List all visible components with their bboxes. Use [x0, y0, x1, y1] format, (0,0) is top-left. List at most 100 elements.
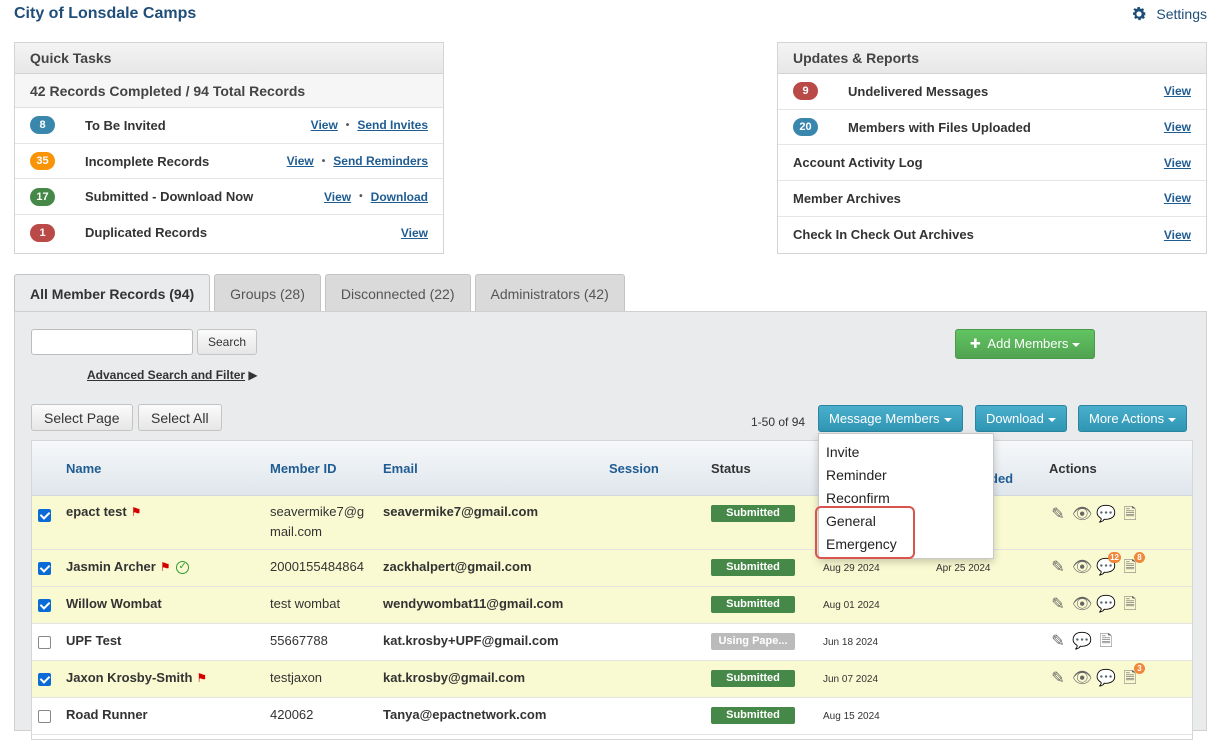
eye-icon[interactable]: 👁: [1072, 505, 1092, 525]
column-header-session[interactable]: Session: [609, 461, 659, 476]
member-name: Jaxon Krosby-Smith ⚑: [66, 668, 207, 688]
column-header-status: Status: [711, 461, 751, 476]
view-link[interactable]: View: [1164, 228, 1191, 242]
column-header-email[interactable]: Email: [383, 461, 418, 476]
view-link[interactable]: View: [401, 226, 428, 240]
row-checkbox[interactable]: [38, 673, 51, 686]
caret-down-icon: [1072, 342, 1081, 347]
tab-all-member-records[interactable]: All Member Records (94): [14, 274, 211, 313]
eye-icon[interactable]: 👁: [1072, 669, 1092, 689]
edit-icon[interactable]: ✎: [1048, 558, 1068, 578]
view-link[interactable]: View: [311, 118, 338, 132]
menu-item-reconfirm[interactable]: Reconfirm: [819, 487, 993, 510]
eye-icon[interactable]: 👁: [1072, 558, 1092, 578]
flag-icon: ⚑: [196, 671, 208, 685]
more-actions-button[interactable]: More Actions: [1078, 405, 1188, 432]
message-icon[interactable]: 💬: [1096, 505, 1116, 525]
tab-disconnected[interactable]: Disconnected (22): [324, 274, 471, 312]
column-header-name[interactable]: Name: [66, 461, 101, 476]
uploaded-date: Apr 25 2024: [936, 563, 991, 574]
table-row[interactable]: epact test ⚑ seavermike7@g mail.com seaver…: [32, 496, 1192, 550]
row-actions: ✎ 👁 💬 🗎: [1048, 505, 1140, 525]
menu-item-reminder[interactable]: Reminder: [819, 464, 993, 487]
table-row[interactable]: Road Runner 420062 Tanya@epactnetwork.co…: [32, 698, 1192, 735]
menu-item-emergency[interactable]: Emergency: [819, 533, 993, 556]
menu-item-general[interactable]: General: [819, 510, 993, 533]
view-link[interactable]: View: [1164, 191, 1191, 205]
count-badge: 35: [30, 152, 55, 171]
download-label: Download: [986, 411, 1044, 426]
message-members-button[interactable]: Message Members: [818, 405, 963, 432]
download-link[interactable]: Download: [371, 190, 428, 204]
edit-icon[interactable]: ✎: [1048, 632, 1068, 652]
plus-icon: ✚: [970, 336, 981, 351]
view-link[interactable]: View: [324, 190, 351, 204]
status-badge: Submitted: [711, 670, 795, 687]
caret-down-icon: [1168, 417, 1177, 422]
column-header-member-id[interactable]: Member ID: [270, 461, 336, 476]
status-badge: Submitted: [711, 505, 795, 522]
member-id: seavermike7@g mail.com: [270, 502, 364, 542]
select-all-button[interactable]: Select All: [138, 404, 222, 431]
file-icon[interactable]: 🗎: [1120, 595, 1140, 615]
caret-down-icon: [1047, 417, 1056, 422]
task-label: Submitted - Download Now: [85, 189, 254, 205]
file-icon[interactable]: 🗎 8: [1120, 552, 1145, 578]
gear-icon: [1133, 6, 1147, 21]
search-input[interactable]: [31, 329, 193, 355]
message-icon[interactable]: 💬: [1096, 595, 1116, 615]
flag-icon: ⚑: [159, 560, 171, 574]
more-actions-label: More Actions: [1089, 411, 1165, 426]
member-name: epact test ⚑: [66, 502, 141, 522]
report-label: Check In Check Out Archives: [793, 227, 974, 243]
row-actions: ✎ 👁 💬 🗎 3: [1048, 663, 1145, 689]
file-icon[interactable]: 🗎: [1120, 505, 1140, 525]
download-button[interactable]: Download: [975, 405, 1067, 432]
file-icon[interactable]: 🗎 3: [1120, 663, 1145, 689]
member-id: 55667788: [270, 633, 328, 648]
separator-dot: •: [321, 155, 326, 167]
table-row[interactable]: Jaxon Krosby-Smith ⚑ testjaxon kat.krosby…: [32, 661, 1192, 698]
row-checkbox[interactable]: [38, 509, 51, 522]
status-badge: Submitted: [711, 559, 795, 576]
row-checkbox[interactable]: [38, 636, 51, 649]
advanced-search-link[interactable]: Advanced Search and Filter ▶: [87, 368, 258, 382]
eye-icon[interactable]: 👁: [1072, 595, 1092, 615]
select-page-button[interactable]: Select Page: [31, 404, 133, 431]
message-icon[interactable]: 💬: [1072, 632, 1092, 652]
settings-link[interactable]: Settings: [1130, 5, 1207, 23]
add-members-button[interactable]: ✚ Add Members: [955, 329, 1096, 359]
view-link[interactable]: View: [287, 154, 314, 168]
advanced-search-label: Advanced Search and Filter: [87, 368, 246, 382]
check-circle-icon: ✓: [176, 561, 190, 575]
member-records-table: Name Member ID Email Session Status ded …: [31, 440, 1193, 740]
table-row[interactable]: UPF Test 55667788 kat.krosby+UPF@gmail.c…: [32, 624, 1192, 661]
report-row-undelivered: 9 Undelivered Messages View: [778, 74, 1206, 110]
task-row-duplicated: 1 Duplicated Records View: [15, 215, 443, 251]
row-checkbox[interactable]: [38, 599, 51, 612]
tab-groups[interactable]: Groups (28): [214, 274, 321, 312]
edit-icon[interactable]: ✎: [1048, 669, 1068, 689]
records-tabs: All Member Records (94) Groups (28) Disc…: [14, 274, 625, 313]
view-link[interactable]: View: [1164, 84, 1191, 98]
member-name-text: Jasmin Archer: [66, 559, 156, 574]
message-icon[interactable]: 💬 12: [1096, 552, 1121, 578]
file-icon[interactable]: 🗎: [1096, 632, 1116, 652]
edit-icon[interactable]: ✎: [1048, 505, 1068, 525]
search-button[interactable]: Search: [197, 329, 258, 355]
tab-administrators[interactable]: Administrators (42): [474, 274, 625, 312]
report-label: Account Activity Log: [793, 155, 923, 171]
menu-item-invite[interactable]: Invite: [819, 441, 993, 464]
send-invites-link[interactable]: Send Invites: [357, 118, 428, 132]
message-icon[interactable]: 💬: [1096, 669, 1116, 689]
status-badge: Submitted: [711, 596, 795, 613]
row-checkbox[interactable]: [38, 562, 51, 575]
table-row[interactable]: Jasmin Archer ⚑ ✓ 2000155484864 zackhalpe…: [32, 550, 1192, 587]
table-row[interactable]: Willow Wombat test wombat wendywombat11@…: [32, 587, 1192, 624]
view-link[interactable]: View: [1164, 120, 1191, 134]
member-records-area: Search Advanced Search and Filter ▶ ✚ Ad…: [14, 311, 1207, 740]
edit-icon[interactable]: ✎: [1048, 595, 1068, 615]
member-id: test wombat: [270, 596, 341, 611]
send-reminders-link[interactable]: Send Reminders: [333, 154, 428, 168]
view-link[interactable]: View: [1164, 156, 1191, 170]
